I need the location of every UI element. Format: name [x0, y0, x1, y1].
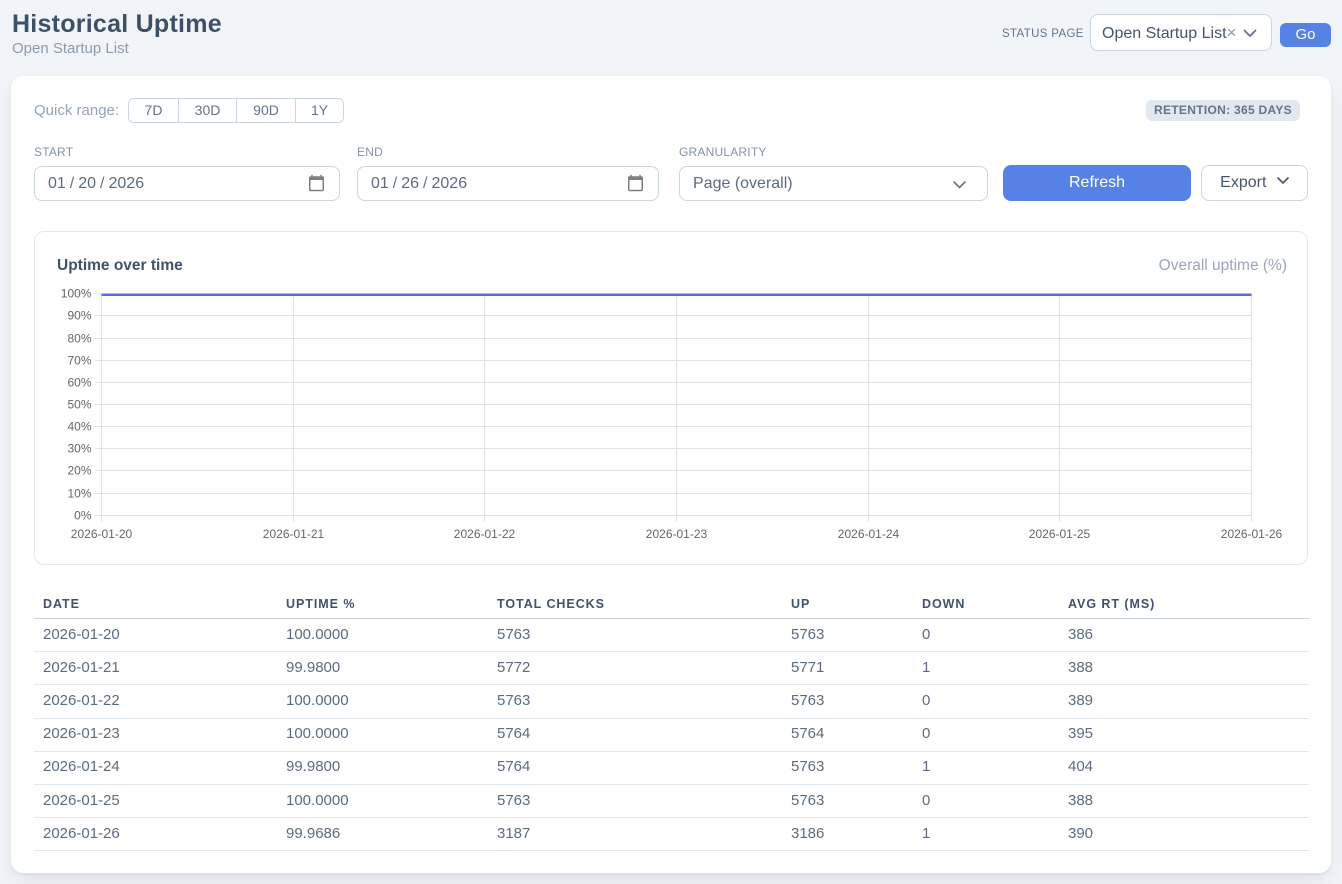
svg-text:100%: 100% [61, 287, 92, 301]
svg-text:2026-01-24: 2026-01-24 [838, 527, 900, 541]
svg-text:70%: 70% [67, 354, 91, 368]
svg-text:20%: 20% [67, 464, 91, 478]
svg-text:2026-01-21: 2026-01-21 [263, 527, 325, 541]
svg-text:2026-01-23: 2026-01-23 [646, 527, 708, 541]
svg-text:90%: 90% [67, 309, 91, 323]
svg-text:2026-01-22: 2026-01-22 [454, 527, 516, 541]
svg-text:60%: 60% [67, 376, 91, 390]
svg-text:2026-01-26: 2026-01-26 [1221, 527, 1283, 541]
svg-text:2026-01-20: 2026-01-20 [71, 527, 133, 541]
svg-text:10%: 10% [67, 487, 91, 501]
svg-text:30%: 30% [67, 442, 91, 456]
svg-text:2026-01-25: 2026-01-25 [1029, 527, 1091, 541]
svg-text:40%: 40% [67, 420, 91, 434]
svg-text:80%: 80% [67, 332, 91, 346]
svg-text:50%: 50% [67, 398, 91, 412]
svg-text:0%: 0% [74, 509, 92, 523]
